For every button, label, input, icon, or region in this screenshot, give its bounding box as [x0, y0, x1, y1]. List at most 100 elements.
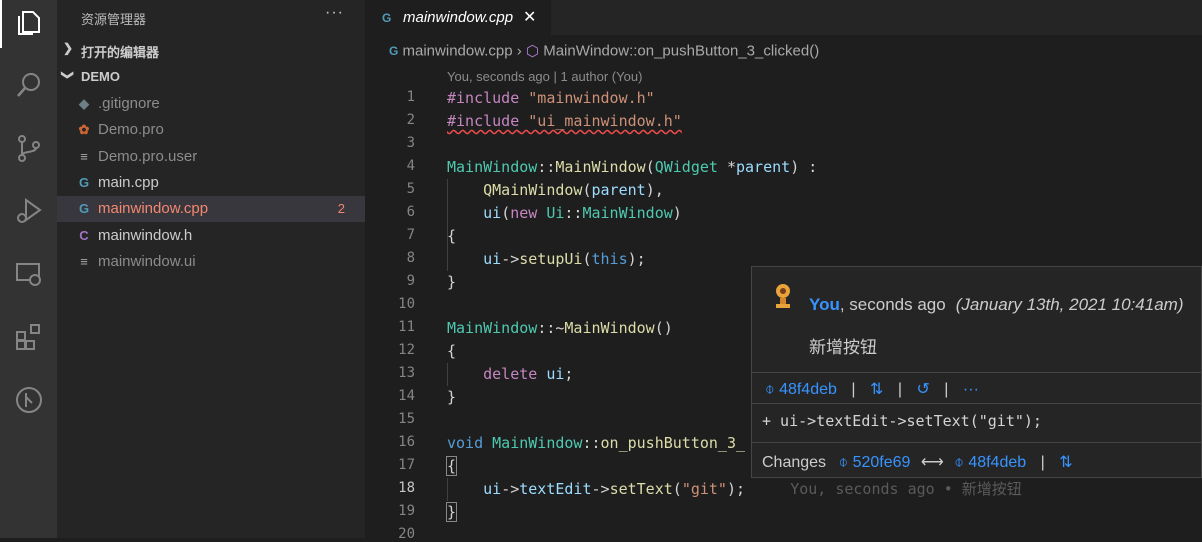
line-number: 2 [406, 112, 415, 128]
line-number: 17 [398, 457, 415, 473]
code-line: #include "ui_mainwindow.h" [447, 112, 682, 130]
file-item[interactable]: ✿ Demo.pro [57, 117, 365, 143]
file-name: main.cpp [98, 173, 159, 191]
file-item[interactable]: ≡ Demo.pro.user [57, 144, 365, 170]
run-debug-icon[interactable] [14, 196, 44, 226]
divider [752, 372, 1201, 373]
inline-blame-annotation: You, seconds ago • 新增按钮 [790, 480, 1022, 498]
file-name: mainwindow.h [98, 226, 193, 244]
file-type-icon: C [79, 227, 89, 243]
code-line: } [447, 273, 457, 291]
commit-sha-link[interactable]: 48f4deb [779, 381, 837, 398]
extensions-icon[interactable] [14, 322, 44, 352]
file-item[interactable]: Gmainwindow.cpp 2 [57, 196, 365, 223]
line-number: 3 [406, 135, 415, 151]
breadcrumb-file[interactable]: mainwindow.cpp [403, 43, 513, 60]
line-number: 12 [398, 342, 415, 358]
files-icon[interactable] [14, 8, 44, 38]
file-type-icon: ≡ [80, 253, 88, 269]
breadcrumb: G mainwindow.cpp › ⬡ MainWindow::on_push… [389, 42, 819, 61]
divider [752, 442, 1201, 443]
relative-time: , seconds ago [839, 295, 946, 314]
file-item[interactable]: Gmain.cpp [57, 170, 365, 196]
line-number: 8 [406, 250, 415, 266]
author-name[interactable]: You [809, 295, 840, 314]
code-line: MainWindow::~MainWindow() [447, 319, 673, 337]
code-line: ui->setupUi(this); [483, 250, 646, 268]
tab-mainwindow-cpp[interactable]: G mainwindow.cpp ✕ [365, 0, 551, 35]
open-editors-section[interactable]: ❯ 打开的编辑器 [57, 38, 365, 62]
line-number: 16 [398, 434, 415, 450]
open-editors-label: 打开的编辑器 [81, 45, 160, 60]
previous-commit-link[interactable]: 520fe69 [853, 454, 911, 471]
file-type-icon: ◆ [79, 96, 89, 111]
git-graph-icon[interactable] [14, 385, 44, 415]
file-item[interactable]: Cmainwindow.h [57, 223, 365, 249]
compare-changes-icon[interactable]: ⇅ [1059, 454, 1072, 471]
problem-count-badge: 2 [337, 201, 345, 217]
commit-icon: ⌽ [765, 381, 775, 398]
line-number: 18 [398, 480, 415, 496]
line-number: 14 [398, 388, 415, 404]
avatar [769, 281, 797, 311]
changes-label: Changes [762, 454, 827, 471]
code-view[interactable]: #include "mainwindow.h" #include "ui_mai… [445, 87, 1022, 522]
compare-arrow-icon: ⟷ [920, 454, 944, 471]
code-line: { [447, 227, 457, 245]
more-actions-icon[interactable]: ··· [963, 381, 979, 398]
breadcrumb-symbol[interactable]: MainWindow::on_pushButton_3_clicked() [543, 43, 819, 60]
line-number: 20 [398, 526, 415, 542]
commit-actions: ⌽ 48f4deb | ⇅ | ↺ | ··· [765, 381, 979, 398]
file-type-icon: ✿ [78, 122, 90, 138]
line-number: 7 [406, 227, 415, 243]
more-actions-button[interactable]: ··· [325, 4, 344, 22]
method-icon: ⬡ [525, 43, 540, 61]
commit-icon: ⌽ [954, 454, 964, 471]
code-line: } [445, 502, 458, 522]
code-line: MainWindow::MainWindow(QWidget *parent) … [447, 158, 818, 176]
source-control-icon[interactable] [14, 133, 44, 163]
folder-label: DEMO [81, 69, 120, 84]
code-line: void MainWindow::on_pushButton_3_ [447, 434, 746, 452]
folder-section[interactable]: ❯ DEMO [57, 65, 365, 89]
compare-changes-icon[interactable]: ⇅ [870, 381, 883, 398]
file-type-icon: G [78, 174, 90, 190]
code-line: { [447, 342, 457, 360]
commit-icon: ⌽ [838, 454, 849, 471]
file-item[interactable]: ≡ mainwindow.ui [57, 249, 365, 275]
file-type-icon: ≡ [80, 148, 88, 164]
search-icon[interactable] [14, 70, 44, 100]
remote-explorer-icon[interactable] [14, 259, 44, 289]
chevron-right-icon: ❯ [63, 41, 74, 55]
cpp-file-icon: G [389, 44, 399, 59]
current-commit-link[interactable]: 48f4deb [968, 454, 1026, 471]
line-number: 6 [406, 204, 415, 220]
file-item[interactable]: ◆ .gitignore [57, 91, 365, 117]
tab-label: mainwindow.cpp [403, 9, 514, 26]
code-line: { [445, 456, 458, 476]
code-line: ui(new Ui::MainWindow) [483, 204, 682, 222]
close-icon[interactable]: ✕ [523, 7, 536, 27]
code-line: delete ui; [483, 365, 574, 383]
breadcrumb-separator: › [516, 42, 522, 60]
file-type-icon: G [78, 201, 90, 217]
line-number: 15 [398, 411, 415, 427]
explorer-title: 资源管理器 [81, 12, 147, 27]
code-line: #include "mainwindow.h" [447, 89, 655, 107]
line-number: 13 [398, 365, 415, 381]
commit-message: 新增按钮 [809, 338, 877, 357]
file-name: .gitignore [98, 95, 160, 112]
changes-row: Changes ⌽ 520fe69 ⟷ ⌽ 48f4deb | ⇅ [762, 454, 1073, 471]
line-number: 5 [406, 181, 415, 197]
line-number: 1 [406, 89, 415, 105]
code-line: } [447, 388, 457, 406]
line-number: 11 [398, 319, 415, 335]
file-name: Demo.pro [98, 121, 164, 139]
chevron-down-icon: ❯ [61, 69, 76, 81]
history-icon[interactable]: ↺ [916, 381, 929, 398]
file-name: mainwindow.ui [98, 252, 196, 270]
git-blame-hover: You, seconds ago (January 13th, 2021 10:4… [751, 266, 1202, 478]
codelens-blame[interactable]: You, seconds ago | 1 author (You) [447, 69, 642, 84]
explorer-sidebar: 资源管理器 ··· ❯ 打开的编辑器 ❯ DEMO ◆ .gitignore ✿ De… [57, 0, 365, 538]
line-number: 10 [398, 296, 415, 312]
